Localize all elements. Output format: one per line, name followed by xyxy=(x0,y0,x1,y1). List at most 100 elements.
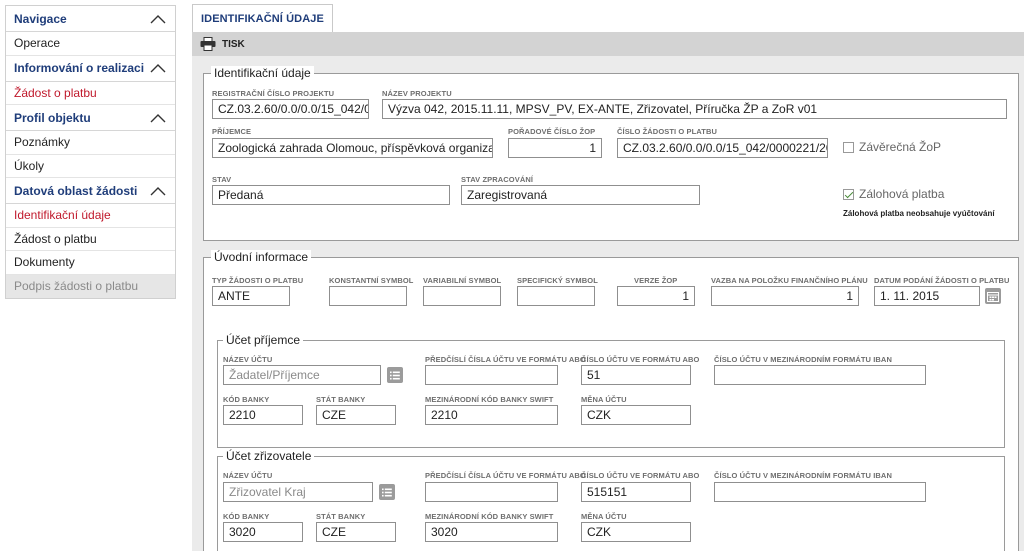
chevron-up-icon[interactable] xyxy=(149,62,167,74)
typ-zadosti-label: TYP ŽÁDOSTI O PLATBU xyxy=(212,276,304,285)
chevron-up-icon[interactable] xyxy=(149,13,167,25)
checkbox-box[interactable] xyxy=(843,188,854,200)
sidebar-item-label: Poznámky xyxy=(14,135,71,150)
calendar-button[interactable] xyxy=(985,288,1001,304)
sidebar-item-operace[interactable]: Operace xyxy=(6,32,175,56)
cislo-uctu-label: ČÍSLO ÚČTU VE FORMÁTU ABO xyxy=(581,471,700,480)
zaverecna-zop-checkbox[interactable]: Závěrečná ŽoP xyxy=(843,140,941,154)
swift-label: MEZINÁRODNÍ KÓD BANKY SWIFT xyxy=(425,512,554,521)
sidebar-item-zadost-o-platbu-2[interactable]: Žádost o platbu xyxy=(6,228,175,251)
vazba-field[interactable]: 1 xyxy=(711,286,859,306)
zalohova-platba-checkbox[interactable]: Zálohová platba xyxy=(843,187,944,201)
zalohova-note: Zálohová platba neobsahuje vyúčtování xyxy=(843,209,995,218)
chevron-up-icon[interactable] xyxy=(149,185,167,197)
stav-zpracovani-field[interactable]: Zaregistrovaná xyxy=(461,185,700,205)
specificky-symbol-field[interactable] xyxy=(517,286,595,306)
stat-banky-label: STÁT BANKY xyxy=(316,395,366,404)
iban-field[interactable] xyxy=(714,482,926,502)
verze-zop-field[interactable]: 1 xyxy=(617,286,695,306)
sidebar-section-navigace[interactable]: Navigace xyxy=(6,6,175,32)
cislo-zadosti-label: ČÍSLO ŽÁDOSTI O PLATBU xyxy=(617,127,717,136)
sidebar-item-label: Žádost o platbu xyxy=(14,231,97,246)
vazba-label: VAZBA NA POLOŽKU FINANČNÍHO PLÁNU xyxy=(711,276,868,285)
chevron-up-icon[interactable] xyxy=(149,112,167,124)
mena-field[interactable]: CZK xyxy=(581,405,691,425)
reg-number-field[interactable]: CZ.03.2.60/0.0/0.0/15_042/0000 xyxy=(212,99,369,119)
predcisli-label: PŘEDČÍSLÍ ČÍSLA ÚČTU VE FORMÁTU ABO xyxy=(425,471,586,480)
nazev-uctu-label: NÁZEV ÚČTU xyxy=(223,355,273,364)
calendar-icon xyxy=(987,291,999,302)
cislo-uctu-label: ČÍSLO ÚČTU VE FORMÁTU ABO xyxy=(581,355,700,364)
tab-identifikacni-udaje[interactable]: IDENTIFIKAČNÍ ÚDAJE xyxy=(192,4,333,32)
sidebar: Navigace Operace Informování o realizaci… xyxy=(5,5,176,299)
iban-field[interactable] xyxy=(714,365,926,385)
sidebar-section-title: Informování o realizaci xyxy=(14,61,145,75)
printer-icon[interactable] xyxy=(200,37,216,51)
checkbox-label: Zálohová platba xyxy=(859,187,945,201)
predcisli-field[interactable] xyxy=(425,365,558,385)
project-name-label: NÁZEV PROJEKTU xyxy=(382,89,452,98)
typ-zadosti-field[interactable]: ANTE xyxy=(212,286,290,306)
kod-banky-field[interactable]: 2210 xyxy=(223,405,303,425)
prijemce-field[interactable]: Zoologická zahrada Olomouc, příspěvková … xyxy=(212,138,493,158)
sidebar-item-label: Operace xyxy=(14,36,61,51)
sidebar-item-zadost-o-platbu[interactable]: Žádost o platbu xyxy=(6,82,175,105)
datum-podani-field[interactable]: 1. 11. 2015 xyxy=(874,286,980,306)
sidebar-item-poznamky[interactable]: Poznámky xyxy=(6,131,175,155)
fieldset-legend: Účet příjemce xyxy=(223,333,304,347)
stav-zpracovani-label: STAV ZPRACOVÁNÍ xyxy=(461,175,534,184)
swift-field[interactable]: 3020 xyxy=(425,522,558,542)
nazev-uctu-label: NÁZEV ÚČTU xyxy=(223,471,273,480)
stat-banky-field[interactable]: CZE xyxy=(316,405,396,425)
list-button[interactable] xyxy=(387,367,403,383)
sidebar-section-informovani[interactable]: Informování o realizaci xyxy=(6,55,175,82)
nazev-uctu-field[interactable]: Žadatel/Příjemce xyxy=(223,365,381,385)
iban-label: ČÍSLO ÚČTU V MEZINÁRODNÍM FORMÁTU IBAN xyxy=(714,471,892,480)
konstantni-symbol-field[interactable] xyxy=(329,286,407,306)
stav-field[interactable]: Předaná xyxy=(212,185,450,205)
sidebar-item-podpis: Podpis žádosti o platbu xyxy=(6,274,175,298)
nazev-uctu-field[interactable]: Zřizovatel Kraj xyxy=(223,482,373,502)
checkbox-box[interactable] xyxy=(843,141,854,153)
toolbar: TISK xyxy=(192,32,1024,56)
fieldset-legend: Účet zřizovatele xyxy=(223,449,315,463)
swift-field[interactable]: 2210 xyxy=(425,405,558,425)
mena-field[interactable]: CZK xyxy=(581,522,691,542)
predcisli-label: PŘEDČÍSLÍ ČÍSLA ÚČTU VE FORMÁTU ABO xyxy=(425,355,586,364)
variabilni-symbol-label: VARIABILNÍ SYMBOL xyxy=(423,276,502,285)
verze-zop-label: VERZE ŽOP xyxy=(634,276,678,285)
sidebar-item-label: Podpis žádosti o platbu xyxy=(14,279,139,294)
stat-banky-label: STÁT BANKY xyxy=(316,512,366,521)
cislo-uctu-field[interactable]: 515151 xyxy=(581,482,691,502)
sidebar-section-datova-oblast[interactable]: Datová oblast žádosti xyxy=(6,178,175,204)
kod-banky-field[interactable]: 3020 xyxy=(223,522,303,542)
print-button[interactable]: TISK xyxy=(222,39,245,50)
mena-label: MĚNA ÚČTU xyxy=(581,512,627,521)
fieldset-ucet-zrizovatele: Účet zřizovatele NÁZEV ÚČTU Zřizovatel K… xyxy=(217,449,1005,551)
poradove-cislo-field[interactable]: 1 xyxy=(508,138,602,158)
sidebar-item-label: Dokumenty xyxy=(14,255,75,270)
list-button[interactable] xyxy=(379,484,395,500)
sidebar-item-ukoly[interactable]: Úkoly xyxy=(6,155,175,178)
iban-label: ČÍSLO ÚČTU V MEZINÁRODNÍM FORMÁTU IBAN xyxy=(714,355,892,364)
prijemce-label: PŘÍJEMCE xyxy=(212,127,252,136)
stav-label: STAV xyxy=(212,175,232,184)
cislo-uctu-field[interactable]: 51 xyxy=(581,365,691,385)
fieldset-legend: Identifikační údaje xyxy=(211,66,314,80)
sidebar-section-profil[interactable]: Profil objektu xyxy=(6,105,175,131)
stat-banky-field[interactable]: CZE xyxy=(316,522,396,542)
sidebar-item-label: Žádost o platbu xyxy=(14,85,97,100)
mena-label: MĚNA ÚČTU xyxy=(581,395,627,404)
sidebar-item-identifikacni-udaje[interactable]: Identifikační údaje xyxy=(6,204,175,228)
fieldset-identifikacni-udaje: Identifikační údaje REGISTRAČNÍ ČÍSLO PR… xyxy=(203,66,1019,241)
konstantni-symbol-label: KONSTANTNÍ SYMBOL xyxy=(329,276,414,285)
checkbox-label: Závěrečná ŽoP xyxy=(859,140,942,154)
sidebar-item-dokumenty[interactable]: Dokumenty xyxy=(6,251,175,275)
cislo-zadosti-field[interactable]: CZ.03.2.60/0.0/0.0/15_042/0000221/2015/0… xyxy=(617,138,828,158)
predcisli-field[interactable] xyxy=(425,482,558,502)
sidebar-section-title: Navigace xyxy=(14,11,67,26)
variabilni-symbol-field[interactable] xyxy=(423,286,501,306)
poradove-cislo-label: POŘADOVÉ ČÍSLO ŽOP xyxy=(508,127,596,136)
project-name-field[interactable]: Výzva 042, 2015.11.11, MPSV_PV, EX-ANTE,… xyxy=(382,99,1007,119)
kod-banky-label: KÓD BANKY xyxy=(223,395,270,404)
